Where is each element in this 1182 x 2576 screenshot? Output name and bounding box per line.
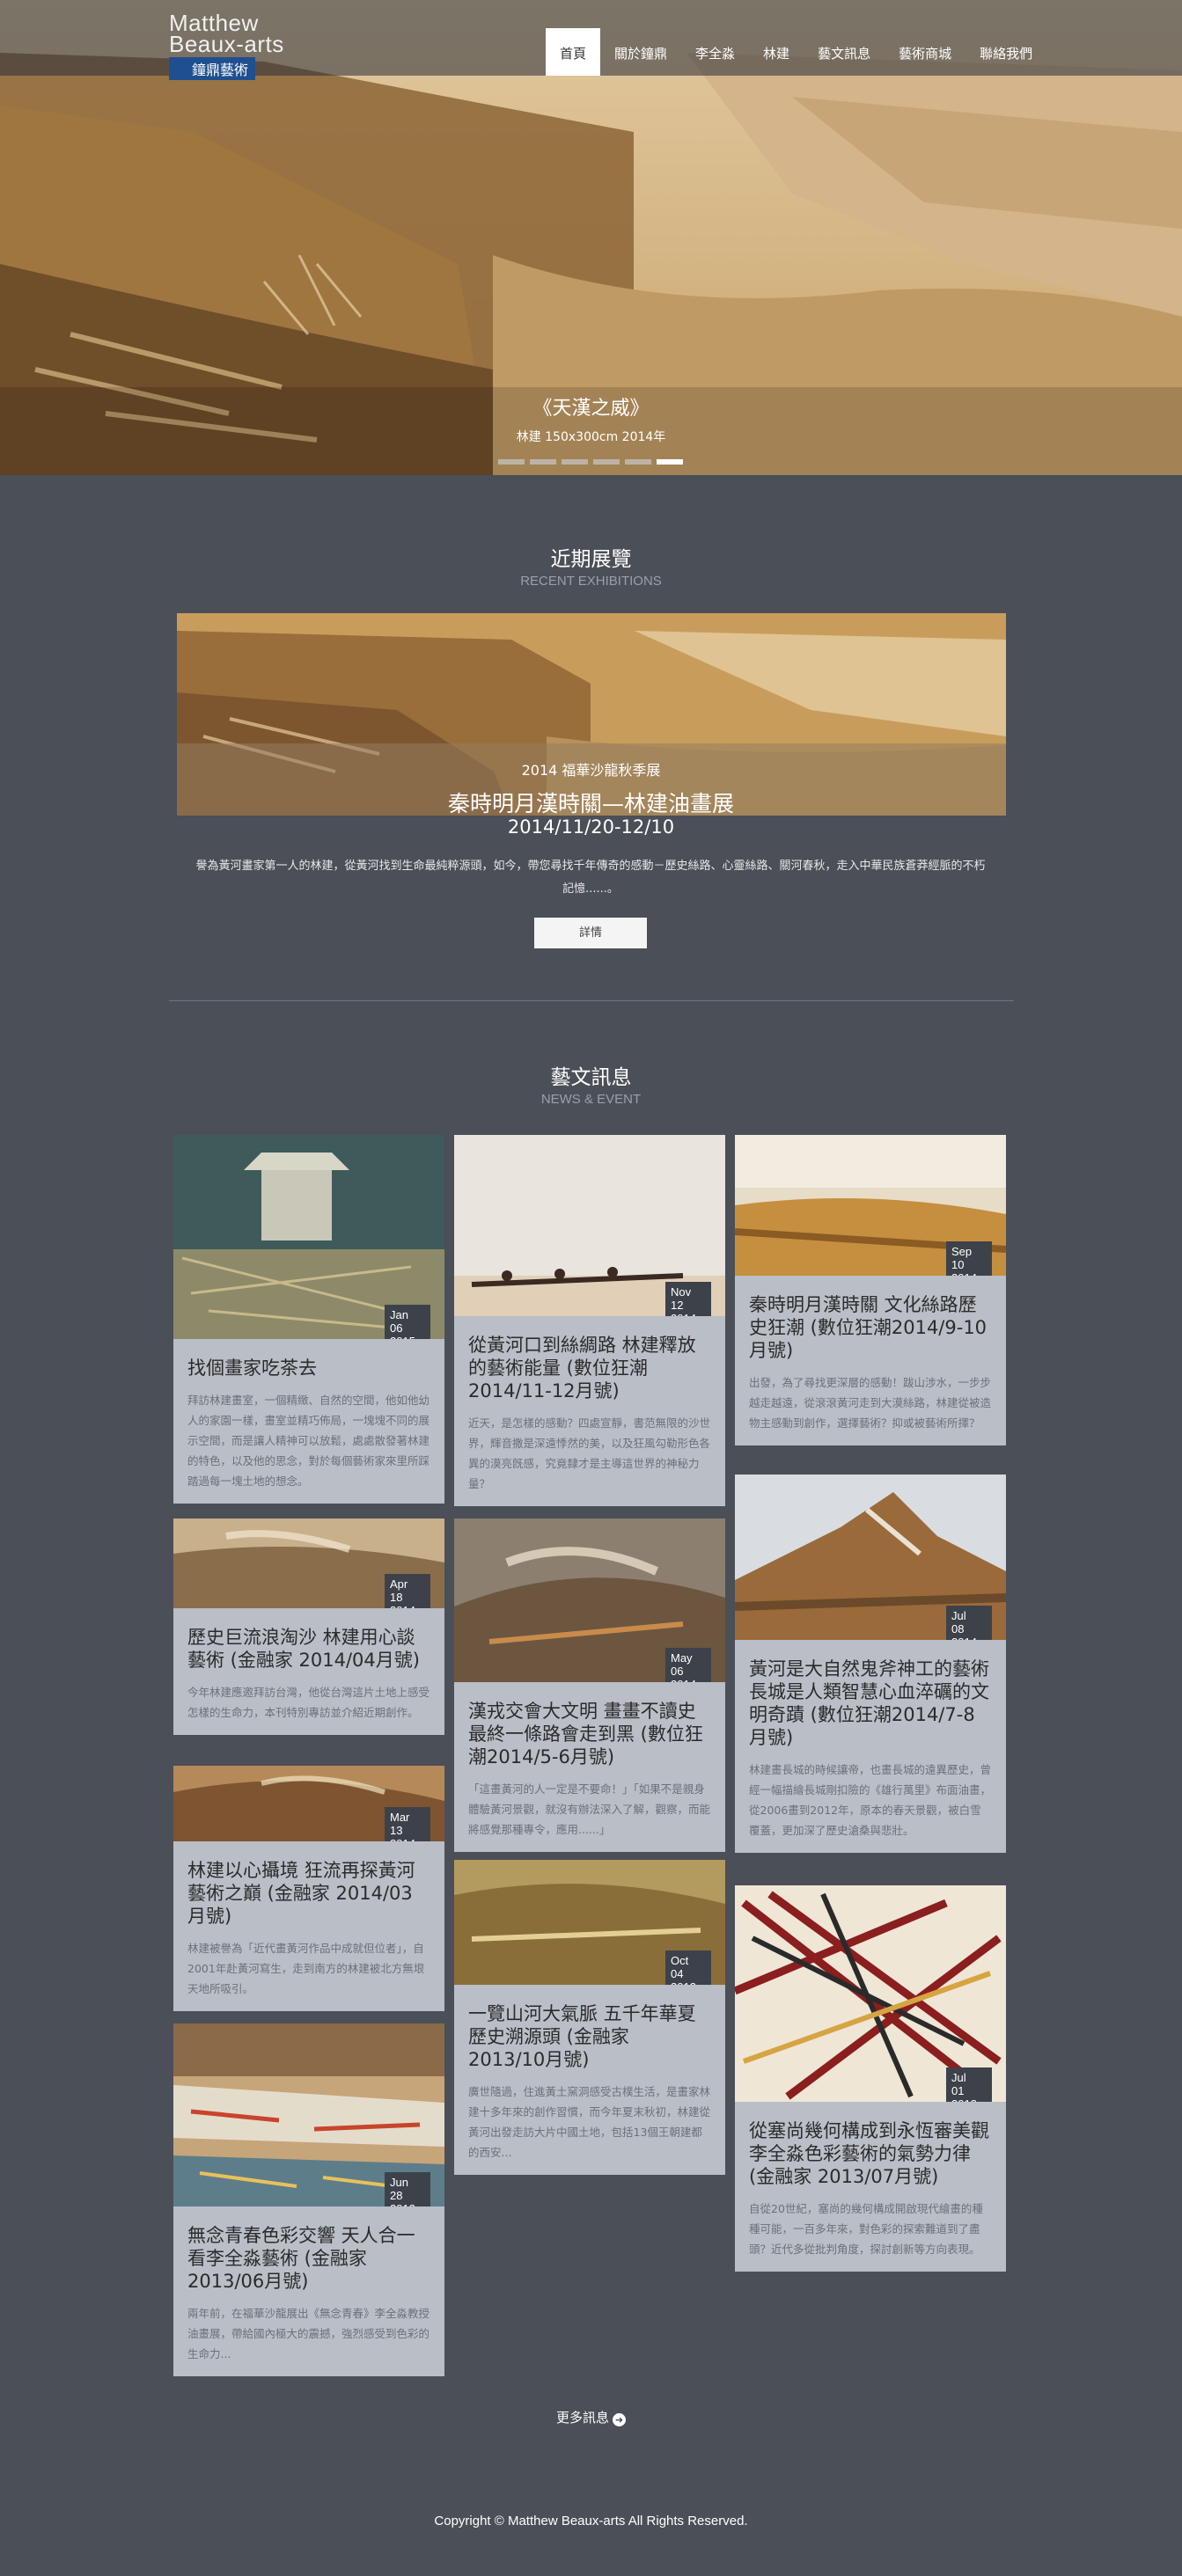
date-badge: Jul012013 <box>946 2067 992 2102</box>
news-card[interactable]: Nov122014 從黃河口到絲綢路 林建釋放的藝術能量 (數位狂潮2014/1… <box>454 1135 725 1506</box>
date-badge: Nov122014 <box>665 1282 711 1316</box>
news-card[interactable]: Oct042013 一覽山河大氣脈 五千年華夏歷史溯源頭 (金融家 2013/1… <box>454 1860 725 2175</box>
news-excerpt: 廣世隨過，住進黃土窯洞感受古樸生活，是畫家林建十多年來的創作習慣，而今年夏末秋初… <box>468 2085 711 2159</box>
news-thumbnail: Sep102014 <box>735 1135 1006 1276</box>
details-button[interactable]: 詳情 <box>534 918 647 948</box>
news-thumbnail: Oct042013 <box>454 1860 725 1985</box>
more-news-link[interactable]: 更多訊息 ➜ <box>0 2408 1182 2426</box>
recent-heading-en: RECENT EXHIBITIONS <box>520 574 662 589</box>
news-card[interactable]: Jul012013 從塞尚幾何構成到永恆審美觀 李全淼色彩藝術的氣勢力律 (金融… <box>735 1885 1006 2272</box>
slider-pagination <box>498 459 683 465</box>
news-title[interactable]: 漢戎交會大文明 畫畫不讀史最終一條路會走到黑 (數位狂潮2014/5-6月號) <box>454 1682 725 1774</box>
news-title[interactable]: 從塞尚幾何構成到永恆審美觀 李全淼色彩藝術的氣勢力律 (金融家 2013/07月… <box>735 2102 1006 2193</box>
news-thumbnail: Jan062015 <box>173 1135 444 1339</box>
news-heading-zh: 藝文訊息 <box>550 1066 632 1089</box>
news-title[interactable]: 歷史巨流浪淘沙 林建用心談藝術 (金融家 2014/04月號) <box>173 1608 444 1677</box>
news-excerpt: 兩年前，在福華沙龍展出《無念青春》李全淼教授油畫展，帶給國內極大的震撼，強烈感受… <box>187 2307 430 2360</box>
news-thumbnail: Jul012013 <box>735 1885 1006 2102</box>
exhibition-banner[interactable] <box>177 613 1006 816</box>
date-badge: Jul082014 <box>946 1606 992 1640</box>
news-thumbnail: Mar132014 <box>173 1766 444 1841</box>
date-badge: Jan062015 <box>385 1305 430 1339</box>
recent-heading: 近期展覽 RECENT EXHIBITIONS <box>0 542 1182 589</box>
news-heading: 藝文訊息 NEWS & EVENT <box>0 1060 1182 1107</box>
news-title[interactable]: 一覽山河大氣脈 五千年華夏歷史溯源頭 (金融家 2013/10月號) <box>454 1985 725 2076</box>
brand-name-en: Matthew Beaux-arts <box>169 10 284 57</box>
news-excerpt: 近天，是怎樣的感動？四處宣靜，書范無限的沙世界，輝音撒是深遠悸然的美，以及狂風勾… <box>468 1416 711 1490</box>
slider-dot[interactable] <box>562 459 588 465</box>
slider-dot[interactable] <box>593 459 620 465</box>
hero-title: 《天漢之威》 <box>532 398 650 420</box>
footer-copyright: Copyright © Matthew Beaux-arts All Right… <box>434 2514 748 2528</box>
slider-dot-active[interactable] <box>657 459 683 465</box>
news-excerpt: 拜訪林建畫室，一個精緻、自然的空間，他如他幼人的家園一樣，畫室並精巧佈局，一塊塊… <box>187 1394 430 1488</box>
date-badge: Oct042013 <box>665 1950 711 1985</box>
news-thumbnail: Nov122014 <box>454 1135 725 1316</box>
arrow-right-circle-icon: ➜ <box>613 2413 626 2426</box>
slider-dot[interactable] <box>530 459 556 465</box>
news-card[interactable]: Jun282013 無念青春色彩交響 天人合一看李全淼藝術 (金融家 2013/… <box>173 2023 444 2376</box>
date-badge: Apr182014 <box>385 1574 430 1608</box>
news-title[interactable]: 從黃河口到絲綢路 林建釋放的藝術能量 (數位狂潮2014/11-12月號) <box>454 1316 725 1408</box>
nav-item-news[interactable]: 藝文訊息 <box>804 28 885 76</box>
news-card[interactable]: Sep102014 秦時明月漢時關 文化絲路歷史狂潮 (數位狂潮2014/9-1… <box>735 1135 1006 1445</box>
news-thumbnail: Apr182014 <box>173 1519 444 1608</box>
recent-heading-zh: 近期展覽 <box>550 548 632 571</box>
news-card[interactable]: Jan062015 找個畫家吃茶去 拜訪林建畫室，一個精緻、自然的空間，他如他幼… <box>173 1135 444 1504</box>
news-card[interactable]: Jul082014 黃河是大自然鬼斧神工的藝術 長城是人類智慧心血淬礪的文明奇蹟… <box>735 1475 1006 1853</box>
nav-item-about[interactable]: 關於鐘鼎 <box>600 28 681 76</box>
exhibition-description: 譽為黃河畫家第一人的林建，從黃河找到生命最純粹源頭，如今，帶您尋找千年傳奇的感動… <box>195 860 986 896</box>
news-card[interactable]: Mar132014 林建以心攝境 狂流再探黃河藝術之巔 (金融家 2014/03… <box>173 1766 444 2011</box>
nav-item-lin-jian[interactable]: 林建 <box>749 28 804 76</box>
news-excerpt: 「這畫黃河的人一定是不要命！」「如果不是親身體驗黃河景觀，就沒有辦法深入了解，觀… <box>468 1782 711 1836</box>
news-excerpt: 出發，為了尋找更深層的感動！跋山涉水，一步步越走越遠，從滾滾黃河走到大漠絲路，林… <box>749 1376 992 1430</box>
news-title[interactable]: 黃河是大自然鬼斧神工的藝術 長城是人類智慧心血淬礪的文明奇蹟 (數位狂潮2014… <box>735 1640 1006 1754</box>
main-nav: 首頁 關於鐘鼎 李全淼 林建 藝文訊息 藝術商城 聯絡我們 <box>546 28 1046 76</box>
news-title[interactable]: 無念青春色彩交響 天人合一看李全淼藝術 (金融家 2013/06月號) <box>173 2206 444 2298</box>
section-divider <box>169 1000 1014 1001</box>
date-badge: Jun282013 <box>385 2172 430 2206</box>
nav-item-home[interactable]: 首頁 <box>546 28 601 76</box>
news-excerpt: 自從20世紀，塞尚的幾何構成開啟現代繪畫的種種可能，一百多年來，對色彩的探索難道… <box>749 2202 983 2256</box>
exhibition-title[interactable]: 秦時明月漢時關—林建油畫展 <box>0 787 1182 818</box>
brand-logo[interactable]: Matthew Beaux-arts 鐘鼎藝術 <box>169 10 310 80</box>
news-card[interactable]: Apr182014 歷史巨流浪淘沙 林建用心談藝術 (金融家 2014/04月號… <box>173 1519 444 1735</box>
nav-item-shop[interactable]: 藝術商城 <box>885 28 965 76</box>
news-card[interactable]: May062014 漢戎交會大文明 畫畫不讀史最終一條路會走到黑 (數位狂潮20… <box>454 1519 725 1852</box>
news-thumbnail: May062014 <box>454 1519 725 1682</box>
date-badge: Mar132014 <box>385 1807 430 1841</box>
slider-dot[interactable] <box>498 459 525 465</box>
exhibition-kicker: 2014 福華沙龍秋季展 <box>521 762 661 779</box>
news-title[interactable]: 秦時明月漢時關 文化絲路歷史狂潮 (數位狂潮2014/9-10月號) <box>735 1276 1006 1367</box>
nav-item-li-quanmiao[interactable]: 李全淼 <box>681 28 749 76</box>
news-excerpt: 林建被譽為「近代畫黃河作品中成就但位者」，自2001年赴黃河寫生，走到南方的林建… <box>187 1942 425 1995</box>
date-badge: May062014 <box>665 1648 711 1682</box>
slider-dot[interactable] <box>625 459 651 465</box>
news-thumbnail: Jun282013 <box>173 2023 444 2206</box>
news-title[interactable]: 林建以心攝境 狂流再探黃河藝術之巔 (金融家 2014/03月號) <box>173 1841 444 1933</box>
more-news-label: 更多訊息 <box>555 2410 609 2426</box>
news-thumbnail: Jul082014 <box>735 1475 1006 1640</box>
news-title[interactable]: 找個畫家吃茶去 <box>173 1339 444 1385</box>
nav-item-contact[interactable]: 聯絡我們 <box>965 28 1046 76</box>
hero-slider: Matthew Beaux-arts 鐘鼎藝術 首頁 關於鐘鼎 李全淼 林建 藝… <box>0 0 1182 475</box>
date-badge: Sep102014 <box>946 1241 992 1276</box>
news-heading-en: NEWS & EVENT <box>540 1092 642 1107</box>
news-excerpt: 林建畫長城的時候讓帝，也畫長城的遠異歷史，曾經一幅描繪長城剛扣險的《雄行萬里》布… <box>749 1763 992 1837</box>
brand-name-zh: 鐘鼎藝術 <box>169 57 256 80</box>
news-excerpt: 今年林建應邀拜訪台灣，他從台灣這片土地上感受怎樣的生命力，本刊特別專訪並介紹近期… <box>187 1686 430 1719</box>
exhibition-date: 2014/11/20-12/10 <box>507 816 675 838</box>
hero-subtitle: 林建 150x300cm 2014年 <box>516 430 666 444</box>
